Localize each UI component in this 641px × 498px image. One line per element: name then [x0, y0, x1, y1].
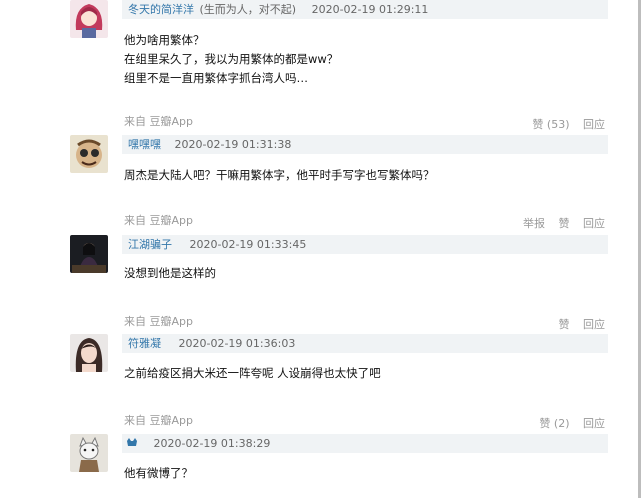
reply-button[interactable]: 回应: [583, 217, 605, 230]
reply-button[interactable]: 回应: [583, 417, 605, 430]
like-button[interactable]: 赞 (2): [539, 417, 569, 430]
comment-header: 江湖骗子 2020-02-19 01:33:45: [122, 235, 608, 254]
like-button[interactable]: 赞: [559, 217, 570, 230]
comment-text: 周杰是大陆人吧？干嘛用繁体字，他平时手写字也写繁体吗？: [124, 168, 435, 182]
reply-button[interactable]: 回应: [583, 118, 605, 131]
source-label: 来自 豆瓣App: [124, 414, 193, 427]
comment-text: 之前给疫区捐大米还一阵夸呢 人设崩得也太快了吧: [124, 366, 381, 380]
comment-time: 2020-02-19 01:36:03: [178, 337, 296, 350]
avatar[interactable]: [70, 235, 108, 273]
report-button[interactable]: 举报: [523, 217, 545, 230]
like-button[interactable]: 赞 (53): [532, 118, 569, 131]
comment-time: 2020-02-19 01:31:38: [174, 138, 292, 151]
avatar[interactable]: [70, 434, 108, 472]
comment-header: 符雅凝 2020-02-19 01:36:03: [122, 334, 608, 353]
source-label: 来自 豆瓣App: [124, 214, 193, 227]
author-link[interactable]: 江湖骗子: [128, 238, 172, 251]
comment-text: 他为啥用繁体？: [124, 33, 205, 47]
comment-header: 冬天的简洋洋 (生而为人，对不起) 2020-02-19 01:29:11: [122, 0, 608, 19]
like-button[interactable]: 赞: [559, 318, 570, 331]
author-link[interactable]: 嘿嘿嘿: [128, 138, 161, 151]
comment-actions: 赞 (53) 回应: [522, 116, 605, 132]
source-label: 来自 豆瓣App: [124, 315, 193, 328]
comment-text: 没想到他是这样的: [124, 266, 216, 280]
comment-actions: 赞 (2) 回应: [529, 415, 605, 431]
comment-header: 2020-02-19 01:38:29: [122, 434, 608, 453]
comment-text: 在组里呆久了，我以为用繁体的都是ww？: [124, 52, 339, 66]
source-label: 来自 豆瓣App: [124, 115, 193, 128]
comment-header: 嘿嘿嘿 2020-02-19 01:31:38: [122, 135, 608, 154]
avatar[interactable]: [70, 135, 108, 173]
author-signature: (生而为人，对不起): [199, 3, 297, 16]
author-link[interactable]: 冬天的简洋洋: [128, 3, 194, 16]
avatar[interactable]: [70, 0, 108, 38]
comment-time: 2020-02-19 01:29:11: [311, 3, 429, 16]
author-link[interactable]: 符雅凝: [128, 337, 161, 350]
reply-button[interactable]: 回应: [583, 318, 605, 331]
comment-actions: 举报 赞 回应: [513, 215, 605, 231]
comment-time: 2020-02-19 01:38:29: [153, 437, 271, 450]
comment-text: 组里不是一直用繁体字抓台湾人吗…: [124, 71, 308, 85]
comment-time: 2020-02-19 01:33:45: [189, 238, 307, 251]
user-badge-icon: [126, 437, 142, 450]
comment-text: 他有微博了？: [124, 466, 193, 480]
avatar[interactable]: [70, 334, 108, 372]
comment-actions: 赞 回应: [549, 316, 606, 332]
